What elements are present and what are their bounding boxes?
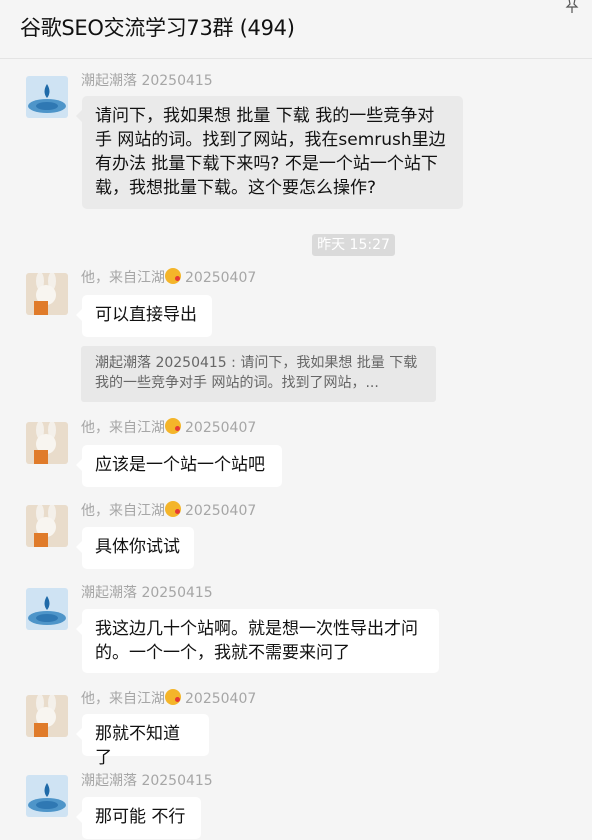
avatar-rabbit[interactable] xyxy=(26,422,68,464)
sender-date: 20250407 xyxy=(185,270,257,286)
message-sender: 潮起潮落 20250415 xyxy=(81,585,213,601)
message-sender: 他，来自江湖 20250407 xyxy=(81,417,256,437)
message-bubble[interactable]: 请问下，我如果想 批量 下载 我的一些竞争对手 网站的词。找到了网站，我在sem… xyxy=(76,96,463,209)
message-bubble[interactable]: 具体你试试 xyxy=(76,527,194,569)
message-bubble[interactable]: 那可能 不行 xyxy=(76,797,201,839)
avatar-rabbit[interactable] xyxy=(26,695,68,737)
chat-title: 谷歌SEO交流学习73群 (494) xyxy=(20,16,295,40)
message-sender: 他，来自江湖 20250407 xyxy=(81,500,256,520)
avatar-water-drop[interactable] xyxy=(26,588,68,630)
message-sender: 潮起潮落 20250415 xyxy=(81,773,213,789)
message-list[interactable]: 潮起潮落 20250415 请问下，我如果想 批量 下载 我的一些竞争对手 网站… xyxy=(0,59,592,840)
time-divider: 昨天 15:27 xyxy=(312,234,395,256)
avatar-water-drop[interactable] xyxy=(26,76,68,118)
face-emoji-icon xyxy=(165,501,181,517)
message-sender: 他，来自江湖 20250407 xyxy=(81,267,256,287)
face-emoji-icon xyxy=(165,418,181,434)
sender-name: 他，来自江湖 xyxy=(81,691,165,707)
avatar-rabbit[interactable] xyxy=(26,505,68,547)
face-emoji-icon xyxy=(165,268,181,284)
sender-name: 他，来自江湖 xyxy=(81,270,165,286)
sender-date: 20250407 xyxy=(185,420,257,436)
message-bubble[interactable]: 可以直接导出 xyxy=(76,295,212,337)
avatar-water-drop[interactable] xyxy=(26,775,68,817)
chat-header: 谷歌SEO交流学习73群 (494) xyxy=(0,0,592,59)
sender-date: 20250407 xyxy=(185,691,257,707)
message-bubble[interactable]: 那就不知道了 xyxy=(76,714,209,768)
sender-name: 他，来自江湖 xyxy=(81,503,165,519)
message-sender: 他，来自江湖 20250407 xyxy=(81,688,256,708)
message-bubble[interactable]: 我这边几十个站啊。就是想一次性导出才问的。一个一个，我就不需要来问了 xyxy=(76,609,439,673)
face-emoji-icon xyxy=(165,689,181,705)
message-sender: 潮起潮落 20250415 xyxy=(81,73,213,89)
avatar-rabbit[interactable] xyxy=(26,273,68,315)
sender-date: 20250407 xyxy=(185,503,257,519)
pin-icon[interactable] xyxy=(564,0,580,14)
sender-name: 他，来自江湖 xyxy=(81,420,165,436)
message-bubble[interactable]: 应该是一个站一个站吧 xyxy=(76,445,282,487)
quoted-message[interactable]: 潮起潮落 20250415 : 请问下，我如果想 批量 下载 我的一些竞争对手 … xyxy=(81,346,436,402)
